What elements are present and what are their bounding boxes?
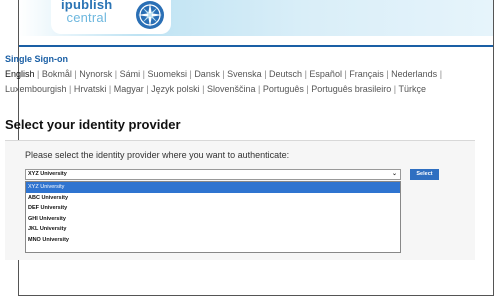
language-separator: | xyxy=(66,84,74,94)
language-link[interactable]: Nynorsk xyxy=(79,69,112,79)
idp-dropdown-list: XYZ University ABC University DEF Universi… xyxy=(25,181,401,253)
language-link[interactable]: Luxembourgish xyxy=(5,84,67,94)
language-link[interactable]: Język polski xyxy=(151,84,200,94)
language-link[interactable]: Magyar xyxy=(114,84,144,94)
idp-prompt: Please select the identity provider wher… xyxy=(25,150,290,160)
language-link[interactable]: Sámi xyxy=(120,69,141,79)
language-link[interactable]: Español xyxy=(309,69,342,79)
language-link[interactable]: Deutsch xyxy=(269,69,302,79)
language-link[interactable]: Türkçe xyxy=(398,84,426,94)
idp-select-value: XYZ University xyxy=(28,171,67,177)
idp-option[interactable]: MNO University xyxy=(26,235,400,246)
idp-option[interactable]: ABC University xyxy=(26,193,400,204)
language-separator: | xyxy=(112,69,120,79)
language-link[interactable]: Suomeksi xyxy=(147,69,187,79)
language-list: English | Bokmål | Nynorsk | Sámi | Suom… xyxy=(5,67,475,97)
language-separator: | xyxy=(199,84,207,94)
language-link[interactable]: Português xyxy=(263,84,304,94)
language-link[interactable]: Dansk xyxy=(194,69,220,79)
language-link[interactable]: Português brasileiro xyxy=(311,84,391,94)
language-link[interactable]: Bokmål xyxy=(42,69,72,79)
logo[interactable]: ipublish central xyxy=(51,0,171,34)
language-separator: | xyxy=(34,69,42,79)
logo-text: ipublish central xyxy=(61,0,112,24)
language-separator: | xyxy=(255,84,263,94)
idp-option[interactable]: JKL University xyxy=(26,224,400,235)
compass-emblem-icon xyxy=(136,1,164,29)
idp-option[interactable]: GHI University xyxy=(26,214,400,225)
chevron-down-icon[interactable]: ⌄ xyxy=(392,170,397,179)
language-link[interactable]: Hrvatski xyxy=(74,84,107,94)
language-link[interactable]: Slovenščina xyxy=(207,84,256,94)
sso-title: Single Sign-on xyxy=(5,54,68,64)
language-separator: | xyxy=(106,84,114,94)
logo-line2: central xyxy=(66,10,107,25)
idp-option[interactable]: DEF University xyxy=(26,203,400,214)
language-separator: | xyxy=(143,84,152,94)
language-link[interactable]: Nederlands xyxy=(391,69,437,79)
select-button[interactable]: Select xyxy=(410,169,439,180)
idp-select[interactable]: XYZ University ⌄ xyxy=(25,169,401,180)
header-banner: ipublish central xyxy=(19,0,493,36)
header-divider xyxy=(19,45,493,47)
page-title: Select your identity provider xyxy=(5,117,181,132)
language-link[interactable]: Français xyxy=(349,69,384,79)
language-current: English xyxy=(5,69,35,79)
language-separator: | xyxy=(261,69,270,79)
language-separator: | xyxy=(437,69,443,79)
language-link[interactable]: Svenska xyxy=(227,69,262,79)
idp-option[interactable]: XYZ University xyxy=(26,182,400,193)
